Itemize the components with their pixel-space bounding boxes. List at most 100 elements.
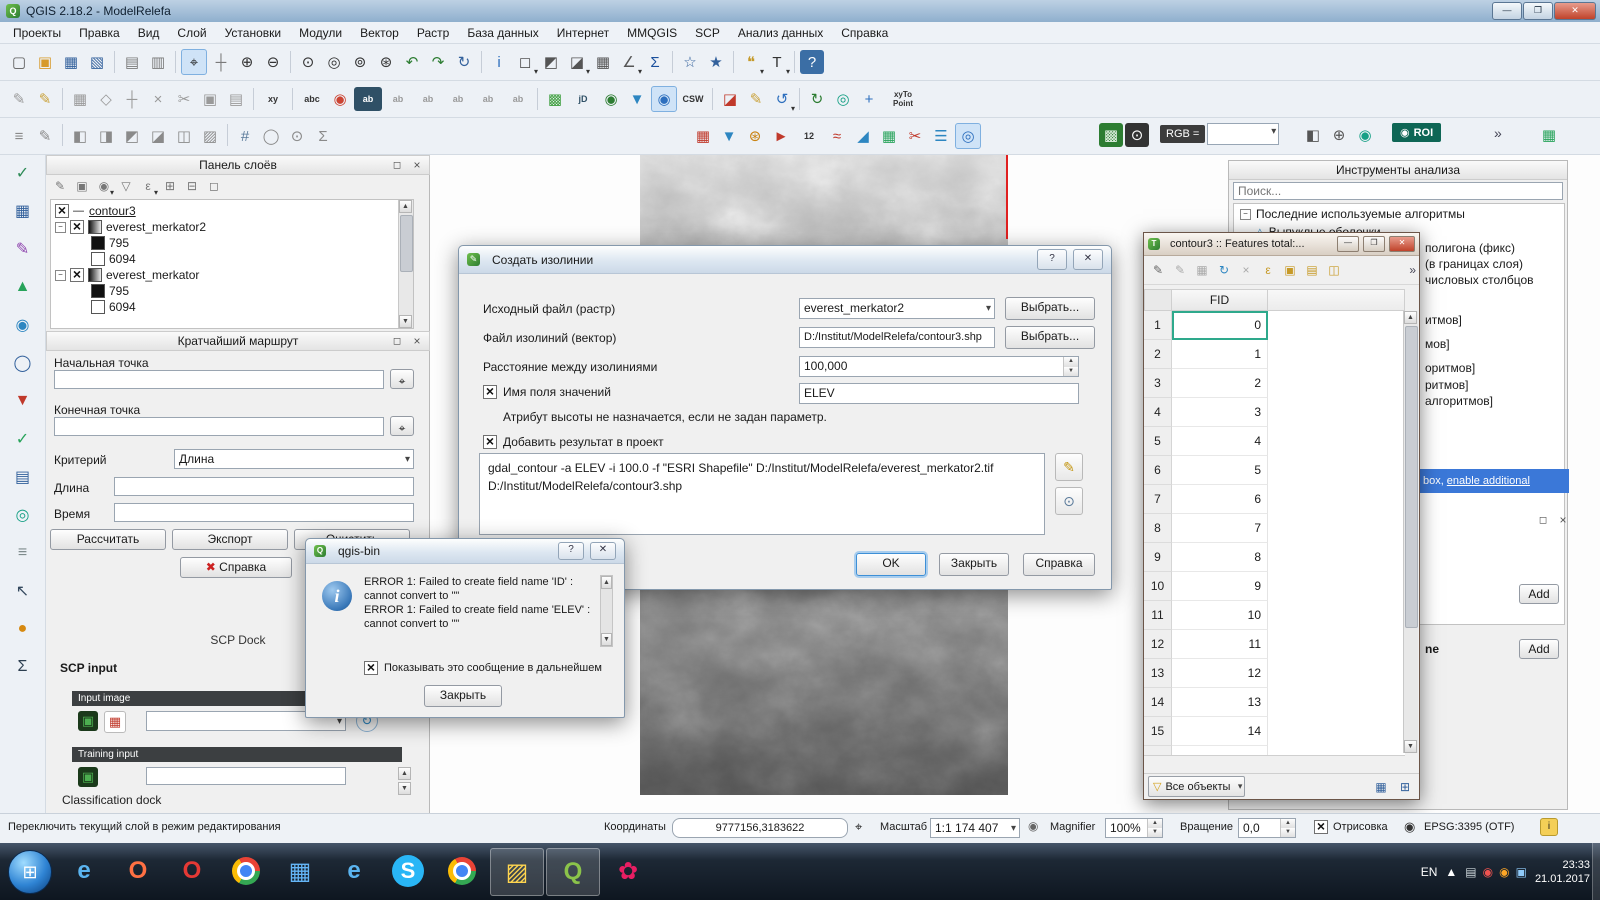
row-number-cell[interactable]: 1: [1144, 311, 1172, 340]
row-number-cell[interactable]: 7: [1144, 485, 1172, 514]
layer-item-everest-merkator2[interactable]: − everest_merkator2: [51, 219, 413, 235]
pick-start-point-button[interactable]: ⌖: [390, 369, 414, 389]
geom-buffer-icon[interactable]: ◫: [172, 124, 196, 148]
deselect-icon[interactable]: ◩: [539, 50, 563, 74]
toolbar-overflow-chevron[interactable]: »: [1409, 263, 1416, 277]
add-group-icon[interactable]: ▣: [73, 177, 91, 195]
show-message-checkbox[interactable]: [364, 661, 378, 675]
fid-column-header[interactable]: FID: [1172, 289, 1268, 311]
scroll-up-icon[interactable]: [1404, 311, 1417, 324]
table-row[interactable]: 7 6: [1144, 485, 1405, 514]
toolbar-separator[interactable]: [481, 51, 482, 73]
dialog-help-icon[interactable]: ?: [1037, 249, 1067, 270]
toolbar-separator[interactable]: [794, 51, 795, 73]
taskbar-skype-icon[interactable]: S: [382, 848, 434, 894]
xyto-point-icon[interactable]: xyTo Point: [883, 87, 923, 111]
taskbar-paint-icon[interactable]: ✿: [602, 848, 654, 894]
cut-features-icon[interactable]: ✂: [172, 87, 196, 111]
expander-icon[interactable]: −: [1240, 209, 1251, 220]
interval-spinbox[interactable]: 100,000 ▲▼: [799, 356, 1079, 377]
atom-icon[interactable]: ◎: [955, 123, 981, 149]
language-indicator[interactable]: EN: [1421, 865, 1438, 879]
collapse-all-icon[interactable]: ⊟: [183, 177, 201, 195]
strip-grid-icon[interactable]: ▦: [11, 199, 35, 223]
toggle-edit-icon[interactable]: ✎: [1148, 260, 1168, 280]
menu-item[interactable]: Установки: [216, 24, 290, 42]
label-rotate-icon[interactable]: ab: [414, 87, 442, 111]
circle-tool-icon[interactable]: ◯: [259, 124, 283, 148]
band-set-icon[interactable]: ▣: [78, 711, 98, 731]
menu-item[interactable]: Модули: [290, 24, 351, 42]
layer-styling-icon[interactable]: ✎: [51, 177, 69, 195]
table-row[interactable]: 16 15: [1144, 746, 1405, 756]
row-number-cell[interactable]: 9: [1144, 543, 1172, 572]
float-panel-icon[interactable]: [389, 334, 405, 350]
taskbar-qgis-icon[interactable]: Q: [546, 848, 600, 896]
save-edits-icon[interactable]: ▦: [68, 87, 92, 111]
globe-teal-icon[interactable]: ◎: [831, 87, 855, 111]
row-number-cell[interactable]: 13: [1144, 659, 1172, 688]
strip-check-icon[interactable]: ✓: [11, 427, 35, 451]
fid-cell[interactable]: 15: [1172, 746, 1268, 756]
row-number-cell[interactable]: 5: [1144, 427, 1172, 456]
strip-globe-icon[interactable]: ◉: [11, 313, 35, 337]
menu-item[interactable]: Растр: [408, 24, 458, 42]
save-edits-icon[interactable]: ▦: [1192, 260, 1212, 280]
table-row[interactable]: 15 14: [1144, 717, 1405, 746]
scroll-down-icon[interactable]: [601, 633, 612, 646]
toolbar-separator[interactable]: [114, 51, 115, 73]
fid-cell[interactable]: 14: [1172, 717, 1268, 746]
menu-item[interactable]: MMQGIS: [618, 24, 686, 42]
output-vector-input[interactable]: D:/Institut/ModelRelefa/contour3.shp: [799, 327, 995, 348]
histogram-icon[interactable]: ◉: [1353, 123, 1377, 147]
toolbar-separator[interactable]: [62, 88, 63, 110]
strip-marker-icon[interactable]: ▼: [11, 389, 35, 413]
help-icon[interactable]: ?: [800, 50, 824, 74]
source-raster-combo[interactable]: everest_merkator2: [799, 298, 995, 319]
field-name-checkbox[interactable]: [483, 385, 497, 399]
toggle-editing-icon[interactable]: ✎: [33, 87, 57, 111]
fid-cell[interactable]: 9: [1172, 572, 1268, 601]
db-import-icon[interactable]: ▼: [625, 87, 649, 111]
dialog-close-icon[interactable]: ✕: [590, 542, 616, 560]
row-number-cell[interactable]: 11: [1144, 601, 1172, 630]
algorithm-item-truncated[interactable]: ритмов]: [1425, 378, 1469, 392]
row-number-cell[interactable]: 8: [1144, 514, 1172, 543]
menu-item[interactable]: Проекты: [4, 24, 70, 42]
classification-dock-tab[interactable]: Classification dock: [62, 793, 161, 807]
layers-green-icon[interactable]: ▦: [877, 124, 901, 148]
pencil-gray-icon[interactable]: ✎: [33, 124, 57, 148]
epsg-label[interactable]: EPSG:3395 (OTF): [1424, 821, 1514, 833]
field-name-input[interactable]: ELEV: [799, 383, 1079, 404]
end-point-input[interactable]: [54, 417, 384, 436]
menu-item[interactable]: Вид: [129, 24, 169, 42]
row-number-cell[interactable]: 3: [1144, 369, 1172, 398]
band-combo[interactable]: [1207, 123, 1279, 145]
magnifier-spin[interactable]: 100%▲▼: [1105, 818, 1163, 838]
start-button[interactable]: ⊞: [8, 850, 52, 894]
help-dialog-button[interactable]: Справка: [1023, 553, 1095, 576]
row-number-cell[interactable]: 6: [1144, 456, 1172, 485]
row-number-cell[interactable]: 10: [1144, 572, 1172, 601]
row-number-cell[interactable]: 12: [1144, 630, 1172, 659]
fid-cell[interactable]: 3: [1172, 398, 1268, 427]
zoom-to-selection-icon[interactable]: ⊚: [348, 50, 372, 74]
import-arrow-icon[interactable]: ►: [769, 124, 793, 148]
algorithm-item-truncated[interactable]: (в границах слоя): [1425, 257, 1523, 271]
attribute-table-icon[interactable]: ▦: [591, 50, 615, 74]
export-button[interactable]: Экспорт: [172, 529, 288, 550]
selected-option-row[interactable]: box, enable additional: [1419, 469, 1569, 493]
label-dark-icon[interactable]: ab: [354, 87, 382, 111]
menu-item[interactable]: База данных: [458, 24, 547, 42]
toolbar-separator[interactable]: [175, 51, 176, 73]
expander-icon[interactable]: −: [55, 222, 66, 233]
render-checkbox[interactable]: [1314, 820, 1328, 834]
taskbar-opera-icon[interactable]: O: [166, 848, 218, 894]
table-row[interactable]: 9 8: [1144, 543, 1405, 572]
select-features-icon[interactable]: ◻: [513, 50, 537, 74]
node-tool-icon[interactable]: ◇: [94, 87, 118, 111]
paste-features-icon[interactable]: ▤: [224, 87, 248, 111]
minimize-button[interactable]: [1492, 2, 1522, 20]
close-error-button[interactable]: Закрыть: [424, 685, 502, 707]
crs-globe-icon[interactable]: ◉: [1404, 819, 1415, 835]
